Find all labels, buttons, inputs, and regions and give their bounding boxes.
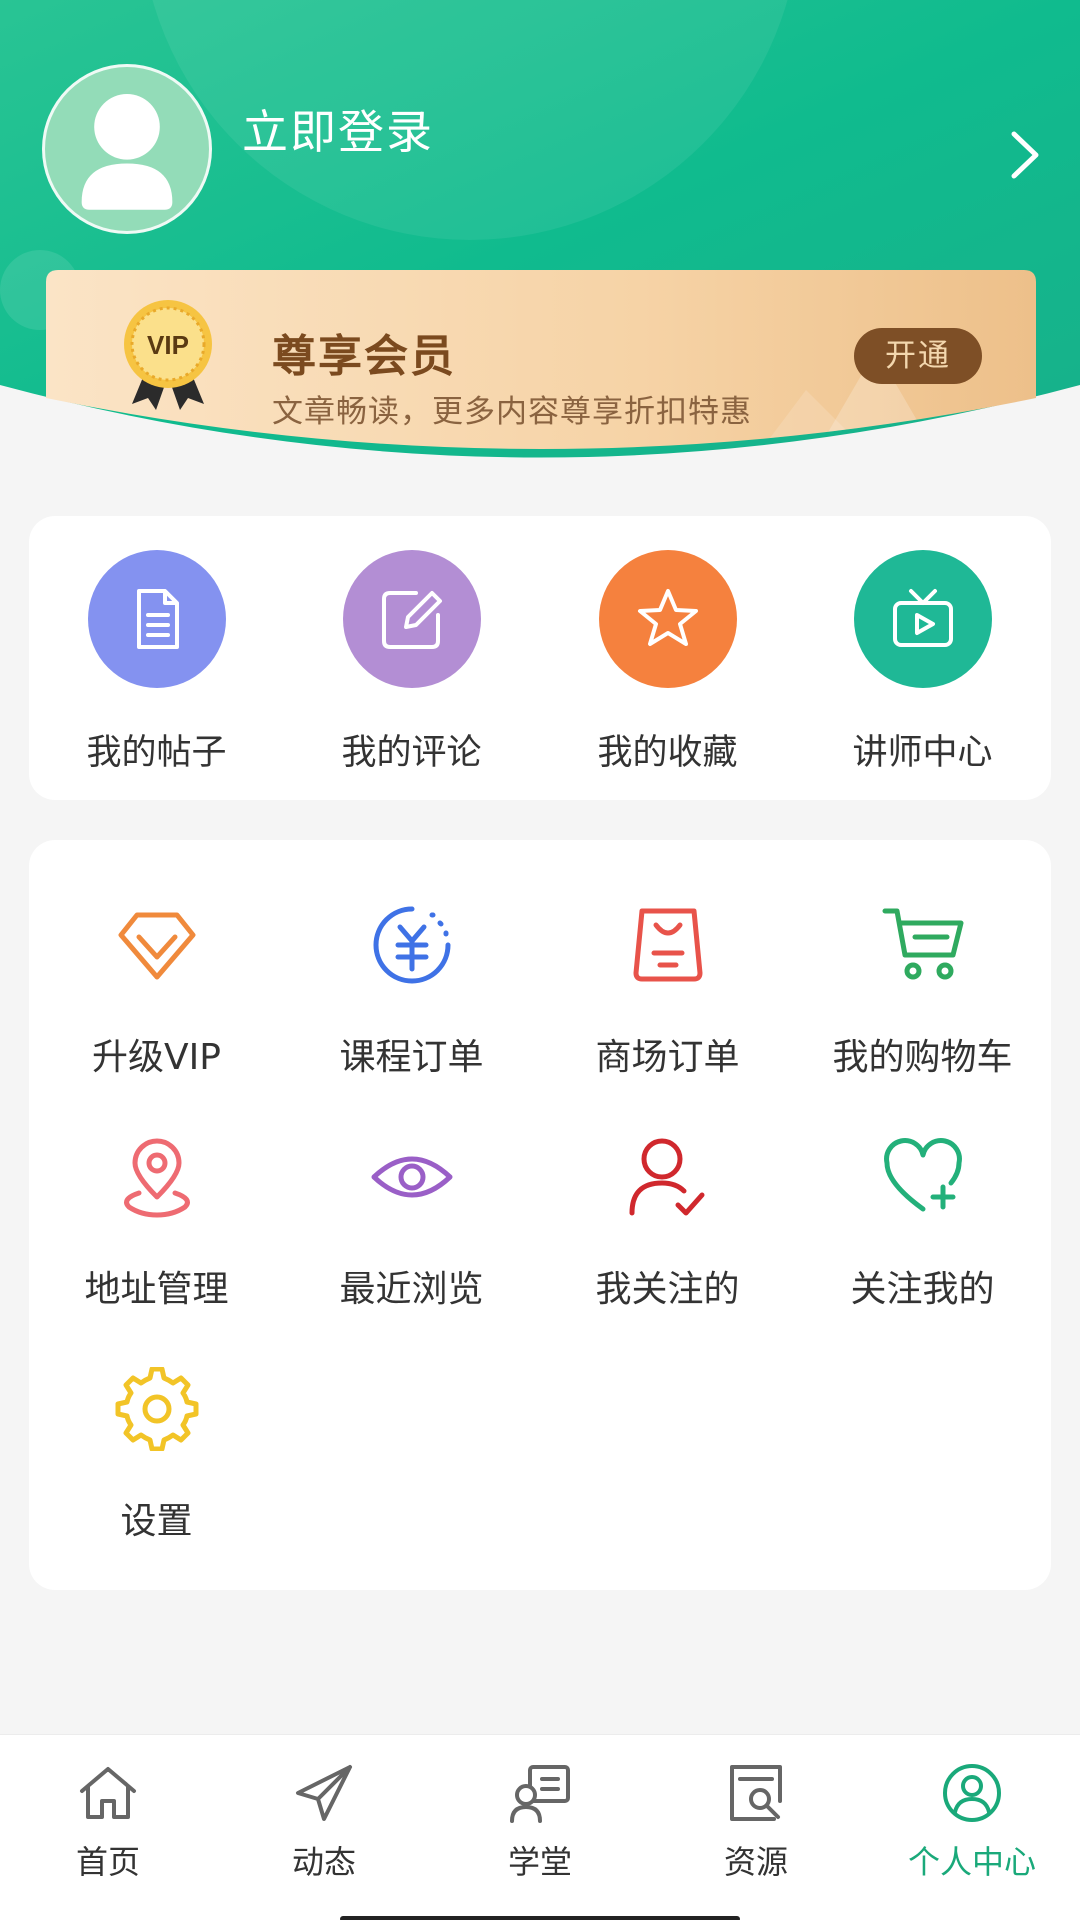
item-label: 关注我的 [850,1269,995,1310]
item-label: 我的收藏 [597,733,738,773]
tab-profile[interactable]: 个人中心 [864,1761,1080,1883]
tab-home[interactable]: 首页 [0,1761,216,1883]
gear-icon [112,1364,202,1454]
course-orders-item[interactable]: 课程订单 [284,900,539,1080]
item-label: 我的评论 [341,733,482,773]
avatar[interactable] [42,64,212,234]
item-label: 设置 [120,1501,193,1542]
classroom-icon [510,1765,570,1823]
address-management-item[interactable]: 地址管理 [29,1132,284,1312]
item-label: 升级VIP [92,1037,221,1078]
item-label: 地址管理 [84,1269,229,1310]
services-card: 升级VIP 课程订单 商场订单 我的购物车 地址管理 最近浏览 我关注的 关注我… [29,840,1051,1590]
user-check-icon [623,1132,713,1222]
document-icon [87,550,226,688]
item-label: 我的帖子 [86,733,227,773]
tab-classroom[interactable]: 学堂 [432,1761,648,1883]
tab-label: 个人中心 [907,1843,1036,1881]
my-posts-item[interactable]: 我的帖子 [29,550,284,775]
vip-open-button[interactable]: 开通 [854,328,982,384]
yuan-coin-icon [367,900,457,990]
my-cart-item[interactable]: 我的购物车 [795,900,1050,1080]
upgrade-vip-item[interactable]: 升级VIP [29,900,284,1080]
tab-resources[interactable]: 资源 [648,1761,864,1883]
vip-badge-icon: VIP [124,300,212,410]
tab-label: 资源 [723,1843,788,1881]
chevron-right-icon[interactable] [1004,128,1044,182]
shopping-bag-icon [623,900,713,990]
home-indicator [340,1916,740,1920]
followers-item[interactable]: 关注我的 [795,1132,1050,1312]
tab-label: 首页 [75,1843,140,1881]
lecturer-center-item[interactable]: 讲师中心 [795,550,1050,775]
recent-views-item[interactable]: 最近浏览 [284,1132,539,1312]
my-comments-item[interactable]: 我的评论 [284,550,539,775]
item-label: 我关注的 [595,1269,740,1310]
star-icon [598,550,737,688]
diamond-icon [112,900,202,990]
profile-icon [943,1764,1001,1822]
location-pin-icon [112,1132,202,1222]
following-item[interactable]: 我关注的 [540,1132,795,1312]
my-favorites-item[interactable]: 我的收藏 [540,550,795,775]
home-icon [80,1767,136,1819]
edit-icon [342,550,481,688]
bottom-tab-bar: 首页 动态 学堂 资源 个人中心 [0,1734,1080,1920]
tab-label: 动态 [291,1843,356,1881]
mall-orders-item[interactable]: 商场订单 [540,900,795,1080]
tab-feed[interactable]: 动态 [216,1761,432,1883]
item-label: 课程订单 [339,1037,484,1078]
vip-badge-text: VIP [147,330,189,360]
cart-icon [878,900,968,990]
item-label: 商场订单 [595,1037,740,1078]
heart-plus-icon [878,1132,968,1222]
user-silhouette-icon [81,94,173,210]
item-label: 最近浏览 [339,1269,484,1310]
eye-icon [367,1132,457,1222]
resource-search-icon [730,1765,782,1821]
vip-banner[interactable]: VIP 尊享会员 文章畅读，更多内容尊享折扣特惠 开通 [46,270,1036,470]
item-label: 讲师中心 [852,733,993,773]
tab-label: 学堂 [507,1843,572,1881]
quick-actions-card: 我的帖子 我的评论 我的收藏 讲师中心 [29,516,1051,800]
paper-plane-icon [296,1765,352,1821]
settings-item[interactable]: 设置 [29,1364,284,1544]
vip-subtitle: 文章畅读，更多内容尊享折扣特惠 [272,394,752,430]
item-label: 我的购物车 [832,1037,1013,1078]
login-link[interactable]: 立即登录 [242,96,434,162]
vip-title: 尊享会员 [272,331,456,382]
tv-icon [853,550,992,688]
